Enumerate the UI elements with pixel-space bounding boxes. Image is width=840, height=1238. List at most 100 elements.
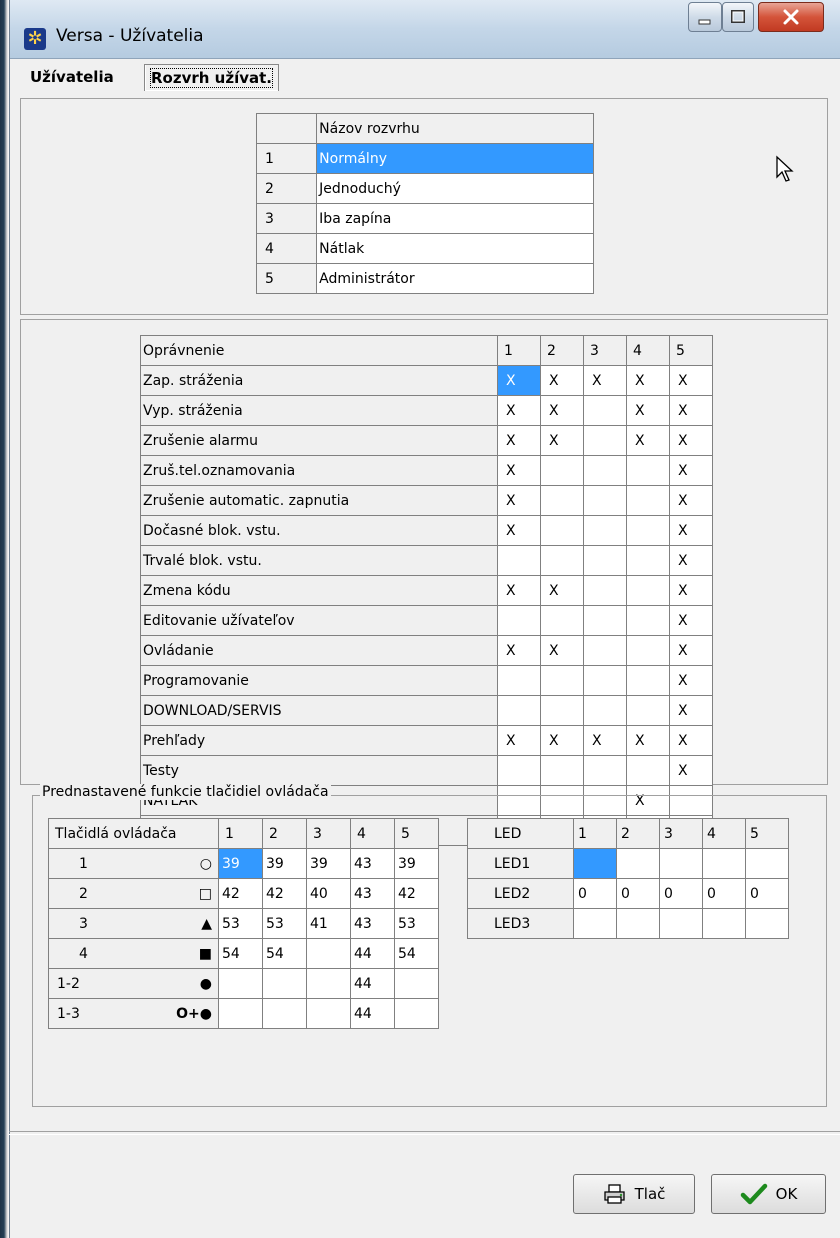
- permission-cell[interactable]: [583, 635, 627, 666]
- permission-cell[interactable]: X: [540, 395, 584, 426]
- permission-cell[interactable]: X: [497, 455, 541, 486]
- ok-button[interactable]: OK: [711, 1174, 826, 1214]
- permission-cell[interactable]: X: [540, 725, 584, 756]
- led-value-cell[interactable]: [659, 908, 703, 939]
- schedule-name-cell[interactable]: Nátlak: [316, 233, 594, 264]
- led-value-cell[interactable]: [659, 848, 703, 879]
- remote-value-cell[interactable]: [306, 998, 351, 1029]
- remote-value-cell[interactable]: [306, 938, 351, 969]
- permission-cell[interactable]: [497, 545, 541, 576]
- permission-cell[interactable]: [540, 605, 584, 636]
- remote-value-cell[interactable]: 53: [262, 908, 307, 939]
- permission-cell[interactable]: X: [669, 635, 713, 666]
- permission-cell[interactable]: X: [497, 515, 541, 546]
- remote-value-cell[interactable]: [394, 968, 439, 999]
- remote-value-cell[interactable]: [262, 998, 307, 1029]
- permission-cell[interactable]: X: [497, 365, 541, 396]
- permission-cell[interactable]: X: [669, 755, 713, 786]
- print-button[interactable]: Tlač: [573, 1174, 695, 1214]
- permission-cell[interactable]: [583, 755, 627, 786]
- remote-value-cell[interactable]: [218, 968, 263, 999]
- remote-value-cell[interactable]: 41: [306, 908, 351, 939]
- remote-value-cell[interactable]: 54: [262, 938, 307, 969]
- permission-cell[interactable]: [583, 575, 627, 606]
- schedule-name-cell[interactable]: Jednoduchý: [316, 173, 594, 204]
- led-value-cell[interactable]: [573, 848, 617, 879]
- remote-value-cell[interactable]: 53: [218, 908, 263, 939]
- permission-cell[interactable]: [540, 755, 584, 786]
- remote-value-cell[interactable]: 43: [350, 908, 395, 939]
- permission-cell[interactable]: [497, 755, 541, 786]
- permission-cell[interactable]: [626, 515, 670, 546]
- permission-cell[interactable]: X: [669, 425, 713, 456]
- permission-cell[interactable]: X: [497, 395, 541, 426]
- remote-value-cell[interactable]: 39: [306, 848, 351, 879]
- remote-value-cell[interactable]: 43: [350, 878, 395, 909]
- permission-cell[interactable]: X: [540, 425, 584, 456]
- remote-value-cell[interactable]: [394, 998, 439, 1029]
- permission-cell[interactable]: [540, 665, 584, 696]
- remote-value-cell[interactable]: 54: [394, 938, 439, 969]
- remote-value-cell[interactable]: [218, 998, 263, 1029]
- led-value-cell[interactable]: 0: [745, 878, 789, 909]
- permission-cell[interactable]: X: [669, 485, 713, 516]
- led-value-cell[interactable]: [745, 848, 789, 879]
- permission-cell[interactable]: [583, 695, 627, 726]
- remote-value-cell[interactable]: 39: [394, 848, 439, 879]
- schedule-row[interactable]: 4 Nátlak: [255, 233, 594, 264]
- permission-cell[interactable]: [626, 605, 670, 636]
- remote-value-cell[interactable]: 44: [350, 938, 395, 969]
- led-value-cell[interactable]: [573, 908, 617, 939]
- permission-cell[interactable]: [626, 755, 670, 786]
- permission-cell[interactable]: [626, 455, 670, 486]
- permission-cell[interactable]: [497, 605, 541, 636]
- schedule-name-cell[interactable]: Administrátor: [316, 263, 594, 294]
- led-value-cell[interactable]: [616, 908, 660, 939]
- led-value-cell[interactable]: 0: [659, 878, 703, 909]
- schedule-row[interactable]: 5 Administrátor: [255, 263, 594, 294]
- permission-cell[interactable]: [540, 545, 584, 576]
- permission-cell[interactable]: [583, 455, 627, 486]
- permission-cell[interactable]: [583, 515, 627, 546]
- remote-value-cell[interactable]: 42: [262, 878, 307, 909]
- led-value-cell[interactable]: [702, 848, 746, 879]
- remote-value-cell[interactable]: 40: [306, 878, 351, 909]
- remote-value-cell[interactable]: 54: [218, 938, 263, 969]
- led-value-cell[interactable]: 0: [616, 878, 660, 909]
- permission-cell[interactable]: X: [669, 365, 713, 396]
- led-value-cell[interactable]: [745, 908, 789, 939]
- permission-cell[interactable]: X: [626, 365, 670, 396]
- permission-cell[interactable]: X: [669, 395, 713, 426]
- remote-value-cell[interactable]: 39: [218, 848, 263, 879]
- remote-value-cell[interactable]: 39: [262, 848, 307, 879]
- led-value-cell[interactable]: [702, 908, 746, 939]
- permission-cell[interactable]: X: [497, 635, 541, 666]
- permission-cell[interactable]: [497, 665, 541, 696]
- permission-cell[interactable]: X: [669, 575, 713, 606]
- minimize-button[interactable]: [688, 2, 722, 32]
- permission-cell[interactable]: X: [626, 725, 670, 756]
- permission-cell[interactable]: X: [669, 515, 713, 546]
- permission-cell[interactable]: X: [626, 395, 670, 426]
- permission-cell[interactable]: [583, 665, 627, 696]
- led-value-cell[interactable]: 0: [702, 878, 746, 909]
- remote-value-cell[interactable]: 44: [350, 968, 395, 999]
- permission-cell[interactable]: X: [669, 545, 713, 576]
- permission-cell[interactable]: [626, 635, 670, 666]
- remote-value-cell[interactable]: 43: [350, 848, 395, 879]
- permission-cell[interactable]: X: [583, 725, 627, 756]
- permission-cell[interactable]: X: [669, 455, 713, 486]
- permission-cell[interactable]: [540, 455, 584, 486]
- remote-value-cell[interactable]: 44: [350, 998, 395, 1029]
- permission-cell[interactable]: [626, 545, 670, 576]
- permission-cell[interactable]: X: [540, 575, 584, 606]
- schedule-row[interactable]: 3 Iba zapína: [255, 203, 594, 234]
- permission-cell[interactable]: [583, 605, 627, 636]
- permission-cell[interactable]: X: [540, 635, 584, 666]
- remote-value-cell[interactable]: [306, 968, 351, 999]
- permission-cell[interactable]: [540, 485, 584, 516]
- permission-cell[interactable]: [540, 695, 584, 726]
- permission-cell[interactable]: [626, 575, 670, 606]
- permission-cell[interactable]: X: [626, 425, 670, 456]
- remote-value-cell[interactable]: 42: [394, 878, 439, 909]
